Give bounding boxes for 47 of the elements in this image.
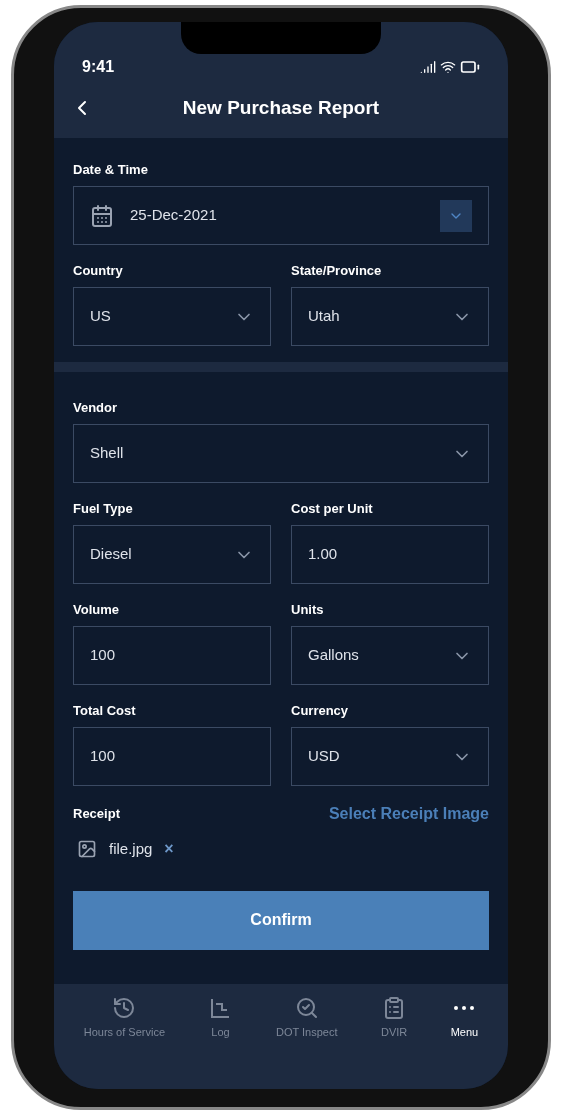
field-label: Volume (73, 602, 120, 618)
field-label: Vendor (73, 400, 119, 416)
nav-tab[interactable]: Log (208, 996, 233, 1041)
field-label: Receipt (73, 805, 120, 824)
magnifier-icon (294, 996, 319, 1020)
select-image-link[interactable]: Select Receipt Image (328, 802, 489, 826)
image-icon (77, 839, 97, 860)
clock-arrow-icon (112, 996, 137, 1020)
field-label: Fuel Type (73, 501, 134, 517)
input-field[interactable]: 100 (73, 727, 271, 786)
field-value: Shell (90, 443, 125, 464)
nav-tab[interactable]: DOT Inspect (275, 996, 338, 1041)
dropdown-field[interactable]: Utah (291, 287, 489, 346)
dropdown-field[interactable]: Shell (73, 424, 489, 483)
remove-file-button[interactable]: × (164, 841, 174, 858)
input-field[interactable]: 100 (73, 626, 271, 685)
dropdown-field[interactable]: Gallons (291, 626, 489, 685)
field-value: Diesel (90, 544, 133, 565)
signal-icon (420, 59, 436, 75)
field-label: Currency (291, 703, 350, 719)
dropdown-field[interactable]: USD (291, 727, 489, 786)
dropdown-toggle[interactable] (440, 199, 472, 232)
confirm-button[interactable]: Confirm (73, 890, 489, 950)
field-label: State/Province (291, 263, 383, 279)
nav-tab[interactable]: DVIR (380, 996, 408, 1041)
dropdown-field[interactable]: Diesel (73, 525, 271, 584)
field-value: Utah (308, 306, 341, 327)
date-field[interactable]: 25-Dec-2021 (73, 186, 489, 245)
wifi-icon (440, 59, 456, 75)
screen-title: New Purchase Report (182, 95, 380, 120)
field-label: Total Cost (73, 703, 137, 719)
field-label: Country (73, 263, 124, 279)
field-value: US (90, 306, 112, 327)
field-value: Gallons (308, 645, 360, 666)
field-label: Units (291, 602, 325, 618)
calendar-icon (90, 203, 114, 228)
nav-tab[interactable]: Hours of Service (83, 996, 166, 1041)
nav-tab[interactable]: Menu (450, 996, 479, 1041)
field-value: USD (308, 746, 341, 767)
file-name: file.jpg (109, 839, 153, 859)
status-time: 9:41 (82, 57, 115, 77)
more-icon (454, 1006, 475, 1010)
dropdown-field[interactable]: US (73, 287, 271, 346)
input-field[interactable]: 1.00 (291, 525, 489, 584)
field-value: 25-Dec-2021 (130, 205, 218, 226)
field-label: Date & Time (73, 162, 149, 178)
field-label: Cost per Unit (291, 501, 374, 517)
